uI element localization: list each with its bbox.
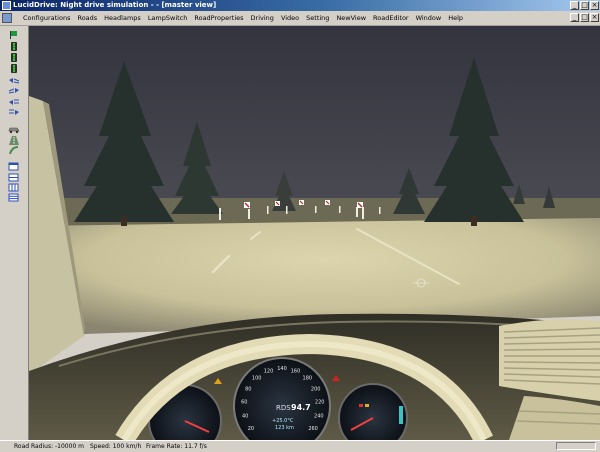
- speedo-tick-label: 60: [241, 400, 247, 406]
- traffic-light-icon[interactable]: [8, 53, 20, 62]
- menu-headlamps[interactable]: Headlamps: [103, 11, 142, 25]
- speedo-tick-label: 160: [291, 369, 301, 375]
- traffic-light-icon[interactable]: [8, 42, 20, 51]
- low-beam-left-icon[interactable]: [8, 76, 20, 85]
- mdi-maximize-button[interactable]: □: [580, 13, 589, 22]
- speed-status: Speed: 100 km/h: [90, 443, 142, 450]
- km-readout: 123 km: [275, 425, 294, 431]
- speedo-value: 94.7: [291, 403, 311, 412]
- speedo-label: RDS: [276, 404, 291, 412]
- menu-setting[interactable]: Setting: [305, 11, 330, 25]
- menu-configurations[interactable]: Configurations: [22, 11, 71, 25]
- speedo-tick-label: 220: [315, 400, 325, 406]
- menu-roads[interactable]: Roads: [76, 11, 98, 25]
- title-bar: LucidDrive: Night drive simulation - - […: [0, 0, 600, 11]
- menu-newview[interactable]: NewView: [335, 11, 367, 25]
- curve-icon[interactable]: [8, 146, 20, 155]
- road-radius-status: Road Radius: -10000 m: [14, 443, 85, 450]
- window-icon[interactable]: [8, 162, 20, 171]
- window-controls: _ □ ×: [570, 1, 599, 10]
- menu-window[interactable]: Window: [415, 11, 443, 25]
- speedo-tick-label: 260: [308, 426, 318, 432]
- menu-lampswitch[interactable]: LampSwitch: [147, 11, 189, 25]
- simulation-viewport[interactable]: 20 40 60 80 100 120 140 160 180 200 220 240 260 RDS …: [29, 26, 600, 440]
- speedo-tick-label: 180: [303, 376, 313, 382]
- high-beam-right-icon[interactable]: [8, 108, 20, 117]
- menu-driving[interactable]: Driving: [250, 11, 275, 25]
- menu-video[interactable]: Video: [280, 11, 300, 25]
- flag-icon[interactable]: [8, 30, 20, 39]
- minimize-button[interactable]: _: [570, 1, 579, 10]
- document-icon[interactable]: [2, 13, 12, 23]
- high-beam-left-icon[interactable]: [8, 98, 20, 107]
- speedo-tick-label: 20: [248, 426, 254, 432]
- menu-help[interactable]: Help: [447, 11, 464, 25]
- temp-readout: +25.0°C: [272, 418, 294, 424]
- window-split-icon[interactable]: [8, 173, 20, 182]
- speedo-tick-label: 40: [242, 413, 248, 419]
- scene: 20406080100120 140 160180200220240260 RDS …: [29, 26, 600, 440]
- menu-roadeditor[interactable]: RoadEditor: [372, 11, 410, 25]
- left-toolbar: [0, 26, 29, 440]
- mdi-close-button[interactable]: ×: [590, 13, 599, 22]
- columns-icon[interactable]: [8, 183, 20, 192]
- speedo-tick-label: 80: [245, 387, 251, 393]
- traffic-light-icon[interactable]: [8, 64, 20, 73]
- status-bar: Road Radius: -10000 m Speed: 100 km/h Fr…: [0, 440, 600, 452]
- maximize-button[interactable]: □: [580, 1, 589, 10]
- status-panel: [556, 442, 596, 450]
- road-icon[interactable]: [8, 136, 20, 145]
- app-icon[interactable]: [2, 1, 11, 10]
- close-button[interactable]: ×: [590, 1, 599, 10]
- rows-icon[interactable]: [8, 193, 20, 202]
- speedo-tick-label: 240: [314, 413, 324, 419]
- speedo-tick-label: 100: [252, 376, 262, 382]
- mdi-minimize-button[interactable]: _: [570, 13, 579, 22]
- mdi-controls: _ □ ×: [570, 13, 599, 22]
- frame-rate-status: Frame Rate: 11.7 f/s: [146, 443, 207, 450]
- car-icon[interactable]: [8, 125, 20, 134]
- speedo-tick-label: 140: [277, 366, 287, 372]
- speedo-tick-label: 120: [264, 369, 274, 375]
- speedo-tick-label: 200: [311, 387, 321, 393]
- low-beam-right-icon[interactable]: [8, 86, 20, 95]
- menu-roadproperties[interactable]: RoadProperties: [193, 11, 244, 25]
- menu-bar: Configurations Roads Headlamps LampSwitc…: [0, 11, 600, 26]
- right-gauge: [338, 383, 408, 440]
- window-title: LucidDrive: Night drive simulation - - […: [13, 1, 217, 9]
